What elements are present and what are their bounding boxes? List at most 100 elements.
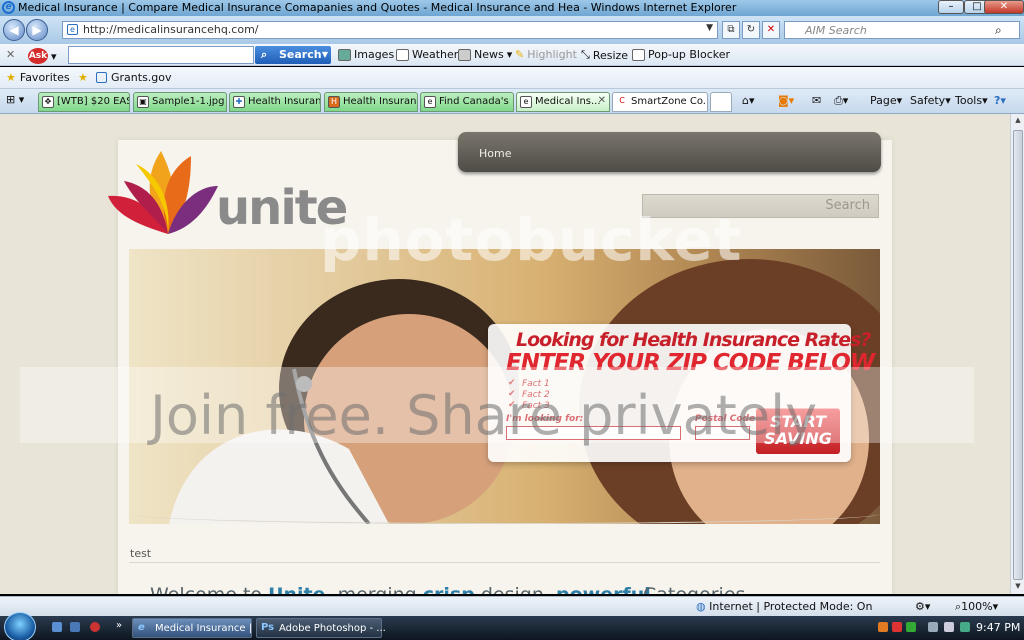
tab-icon: C xyxy=(616,96,628,108)
minimize-button[interactable]: – xyxy=(938,0,964,14)
settings-icon[interactable]: ⚙▾ xyxy=(915,600,930,613)
home-icon[interactable]: ⌂▾ xyxy=(742,94,755,107)
news-button[interactable]: News ▾ xyxy=(458,48,512,61)
add-favorite-icon[interactable]: ★ xyxy=(78,71,88,84)
vertical-scrollbar[interactable]: ▲ ▼ xyxy=(1010,114,1024,594)
highlight-button[interactable]: ✎ Highlight xyxy=(515,48,577,61)
content-divider xyxy=(129,562,880,563)
quicklaunch-icon[interactable] xyxy=(90,622,100,632)
resize-button[interactable]: ⤡ Resize xyxy=(581,48,628,62)
title-bar: e Medical Insurance | Compare Medical In… xyxy=(0,0,1024,16)
fav-link-grants[interactable]: Grants.gov xyxy=(96,71,172,84)
quick-tabs-icon[interactable]: ⊞ ▾ xyxy=(6,93,24,106)
address-bar-row: ◀ ▶ e http://medicalinsurancehq.com/ ▼ ⧉… xyxy=(0,16,1024,44)
page-viewport: Home unite Search Looking for Health Ins… xyxy=(0,114,1010,594)
photoshop-task-icon: Ps xyxy=(261,622,275,633)
feeds-icon[interactable]: ◙▾ xyxy=(778,94,794,107)
volume-icon[interactable] xyxy=(944,622,954,632)
start-orb-icon[interactable] xyxy=(4,612,36,640)
scroll-thumb[interactable] xyxy=(1013,130,1023,580)
window-title: Medical Insurance | Compare Medical Insu… xyxy=(18,1,737,14)
news-icon xyxy=(458,48,471,61)
form-headline: Looking for Health Insurance Rates? xyxy=(516,329,871,351)
search-dropdown-icon[interactable]: ▼ xyxy=(322,46,328,63)
tools-menu[interactable]: Tools▾ xyxy=(955,94,988,107)
clock[interactable]: 9:47 PM xyxy=(976,621,1020,634)
scroll-down-icon[interactable]: ▼ xyxy=(1013,582,1023,590)
page-menu[interactable]: Page▾ xyxy=(870,94,902,107)
show-desktop-icon[interactable] xyxy=(52,622,62,632)
tab-find-canada[interactable]: e Find Canada's ... xyxy=(420,92,514,112)
print-icon[interactable]: ⎙▾ xyxy=(834,94,848,108)
favorites-bar: ★ Favorites ★ Grants.gov xyxy=(0,67,1024,89)
popup-blocker-button[interactable]: Pop-up Blocker xyxy=(632,48,730,61)
grants-favicon-icon xyxy=(96,72,107,83)
ie-task-icon: e xyxy=(138,622,145,633)
close-window-button[interactable]: ✕ xyxy=(984,0,1024,14)
help-icon[interactable]: ?▾ xyxy=(994,94,1006,107)
tray-icon-3[interactable] xyxy=(906,622,916,632)
favorites-star-icon: ★ xyxy=(6,71,16,84)
tab-smartzone[interactable]: C SmartZone Co... xyxy=(612,92,708,112)
close-toolbar-icon[interactable]: ✕ xyxy=(6,48,15,61)
tab-sample[interactable]: ▣Sample1-1.jpg ... xyxy=(133,92,227,112)
close-tab-icon[interactable]: ✕ xyxy=(598,95,606,106)
url-text: http://medicalinsurancehq.com/ xyxy=(83,23,259,36)
url-field[interactable]: e http://medicalinsurancehq.com/ ▼ xyxy=(62,21,718,39)
status-bar: ◍ Internet | Protected Mode: On ⚙▾ ⌕100%… xyxy=(0,596,1024,616)
globe-icon: ◍ xyxy=(696,600,706,613)
tab-icon: e xyxy=(424,96,436,108)
images-icon xyxy=(338,48,351,61)
weather-icon xyxy=(396,48,409,61)
welcome-heading: Welcome to Unite, merging crisp design, … xyxy=(150,584,651,594)
hero-divider xyxy=(129,504,880,524)
compat-view-icon[interactable]: ⧉ xyxy=(722,21,740,39)
scroll-up-icon[interactable]: ▲ xyxy=(1013,116,1023,124)
site-nav: Home xyxy=(458,132,881,172)
tab-bar: ⊞ ▾ ✥[WTB] $20 EAS... ▣Sample1-1.jpg ...… xyxy=(0,89,1024,114)
tab-icon: H xyxy=(328,96,340,108)
zoom-level[interactable]: ⌕100%▾ xyxy=(955,600,998,614)
page-favicon-icon: e xyxy=(67,24,78,35)
security-zone[interactable]: ◍ Internet | Protected Mode: On xyxy=(696,600,872,613)
mail-icon[interactable]: ✉ xyxy=(812,94,821,107)
task-ie[interactable]: e Medical Insurance | ... xyxy=(132,618,265,638)
network-icon[interactable] xyxy=(928,622,938,632)
url-dropdown-icon[interactable]: ▼ xyxy=(706,23,713,33)
tab-icon: ✥ xyxy=(42,96,54,108)
watermark-top: photobucket xyxy=(320,206,743,274)
new-tab-button[interactable] xyxy=(710,92,732,112)
magnifier-icon: ⌕ xyxy=(261,48,268,61)
quicklaunch-expand-icon[interactable]: » xyxy=(116,620,122,631)
switch-windows-icon[interactable] xyxy=(70,622,80,632)
images-button[interactable]: Images xyxy=(338,48,394,61)
tab-health-1[interactable]: ✚Health Insuran... xyxy=(229,92,321,112)
watermark-band-text: Join free. Share privately xyxy=(150,384,818,447)
ask-search-input[interactable] xyxy=(68,46,254,64)
tab-health-2[interactable]: H Health Insuran... xyxy=(324,92,418,112)
back-button[interactable]: ◀ xyxy=(3,19,25,41)
nav-home-link[interactable]: Home xyxy=(479,147,511,160)
safety-menu[interactable]: Safety▾ xyxy=(910,94,951,107)
search-icon[interactable]: ⌕ xyxy=(995,23,1002,38)
tray-icon-6[interactable] xyxy=(960,622,970,632)
popup-blocker-icon xyxy=(632,48,645,61)
aim-search-input[interactable]: AIM Search xyxy=(784,21,1020,39)
forward-button[interactable]: ▶ xyxy=(26,19,48,41)
test-text: test xyxy=(130,547,152,560)
highlight-icon: ✎ xyxy=(515,48,525,61)
tab-medical-ins[interactable]: e Medical Ins... ✕ xyxy=(516,92,610,112)
tab-wtb[interactable]: ✥[WTB] $20 EAS... xyxy=(38,92,130,112)
favorites-button[interactable]: ★ Favorites xyxy=(6,71,70,84)
ask-toolbar: ✕ Ask ▾ ⌕ Search ▼ Images Weather News ▾ ✎ Hi… xyxy=(0,44,1024,66)
tray-icon-1[interactable] xyxy=(878,622,888,632)
tab-icon: ✚ xyxy=(233,96,245,108)
stop-icon[interactable]: ✕ xyxy=(762,21,780,39)
refresh-icon[interactable]: ↻ xyxy=(742,21,760,39)
ask-logo[interactable]: Ask ▾ xyxy=(28,48,57,64)
task-photoshop[interactable]: Ps Adobe Photoshop - ... xyxy=(256,618,386,638)
taskbar: » e Medical Insurance | ... Ps Adobe Photo… xyxy=(0,612,1024,640)
tray-icon-2[interactable] xyxy=(892,622,902,632)
weather-button[interactable]: Weather xyxy=(396,48,458,61)
ask-search-button[interactable]: ⌕ Search ▼ xyxy=(255,46,331,64)
